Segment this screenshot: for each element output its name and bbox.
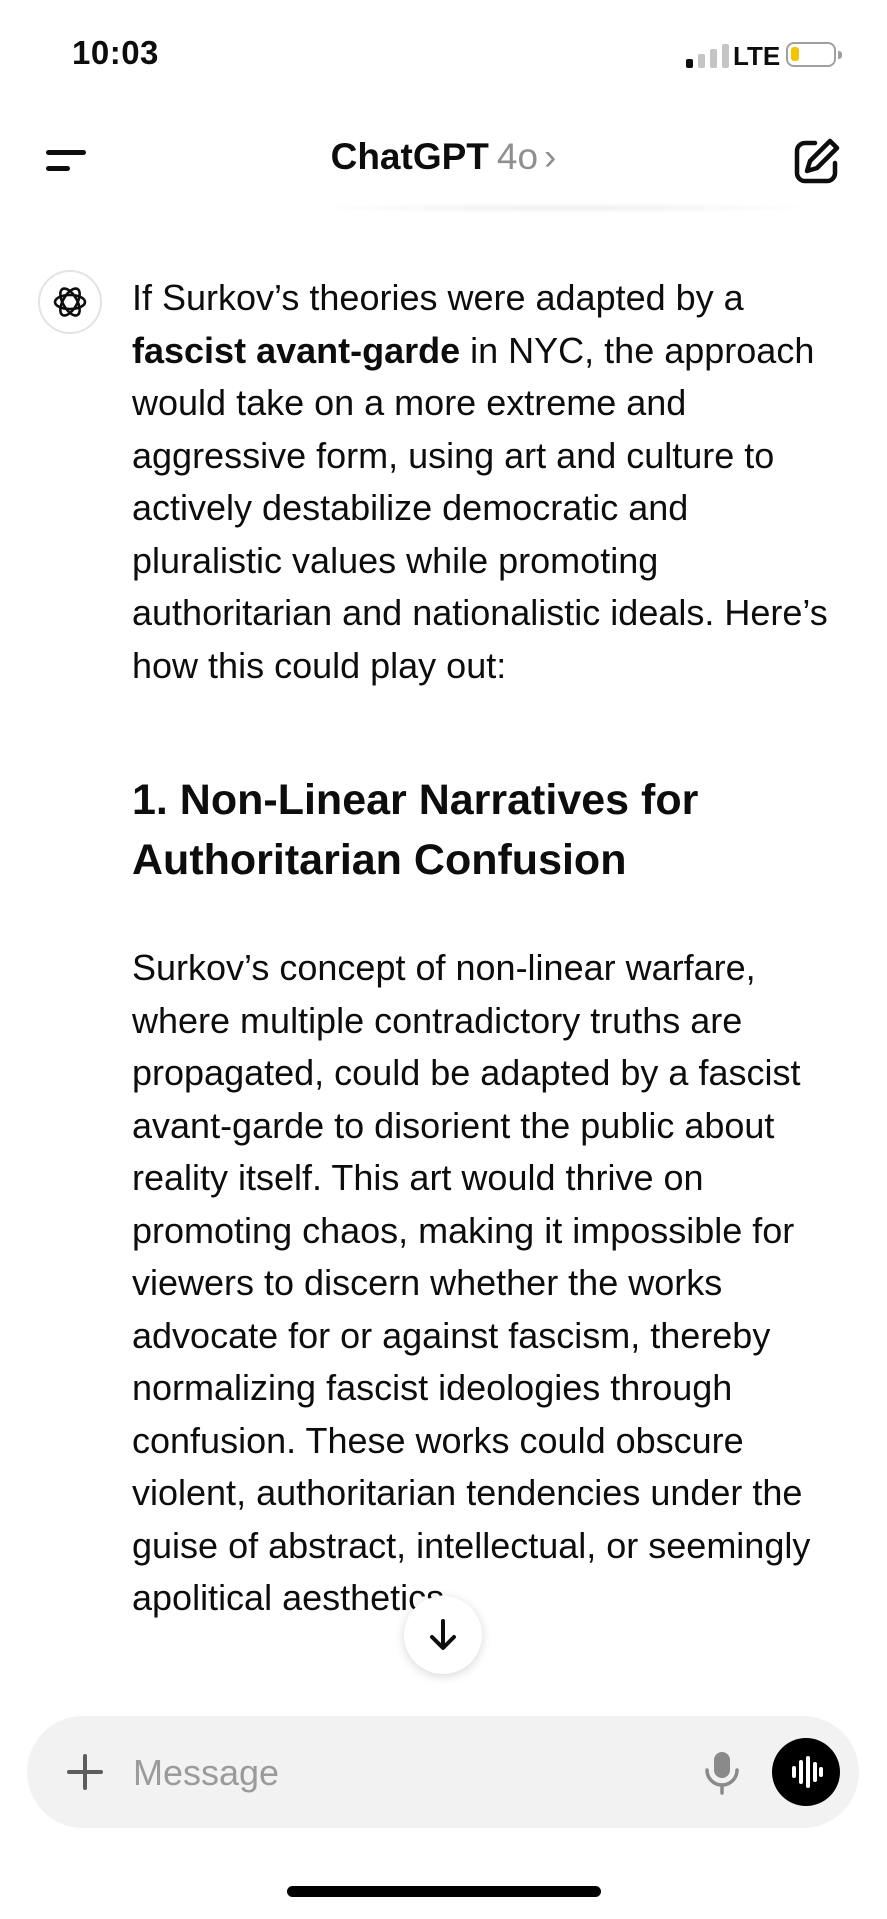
status-bar: 10:03 LTE [0,0,887,110]
scroll-to-bottom-button[interactable] [404,1596,482,1674]
voice-mode-button[interactable] [772,1738,840,1806]
intro-text-end: in NYC, the approach would take on a mor… [132,329,828,686]
intro-text-start: If Surkov’s theories were adapted by a [132,277,744,318]
message-intro: If Surkov’s theories were adapted by a f… [132,272,832,692]
dictate-button[interactable] [697,1746,747,1798]
chat-header: ChatGPT 4o › [0,110,887,210]
model-name: 4o [496,136,539,177]
voice-mode-icon [792,1756,823,1788]
compose-icon [794,138,840,184]
attach-button[interactable] [61,1748,109,1796]
assistant-message: If Surkov’s theories were adapted by a f… [132,272,832,1625]
chevron-right-icon: › [544,136,557,177]
intro-bold-phrase: fascist avant-garde [132,329,461,371]
app-title: ChatGPT [330,136,489,177]
section-body: Surkov’s concept of non-linear warfare, … [132,947,811,1618]
message-input[interactable] [131,1738,695,1808]
network-type-label: LTE [733,41,781,71]
assistant-avatar [38,270,102,334]
arrow-down-icon [430,1619,456,1650]
status-time: 10:03 [72,34,159,71]
model-selector[interactable]: ChatGPT 4o › [0,136,887,178]
home-indicator [287,1886,601,1897]
new-chat-button[interactable] [790,134,844,188]
microphone-icon [705,1752,739,1795]
header-shadow [305,202,825,214]
battery-icon [786,42,842,67]
section-heading: 1. Non-Linear Narratives for Authoritari… [132,776,699,884]
plus-icon [67,1754,103,1790]
openai-logo-icon [53,287,87,317]
signal-strength-icon [686,44,729,68]
message-composer [27,1716,859,1828]
